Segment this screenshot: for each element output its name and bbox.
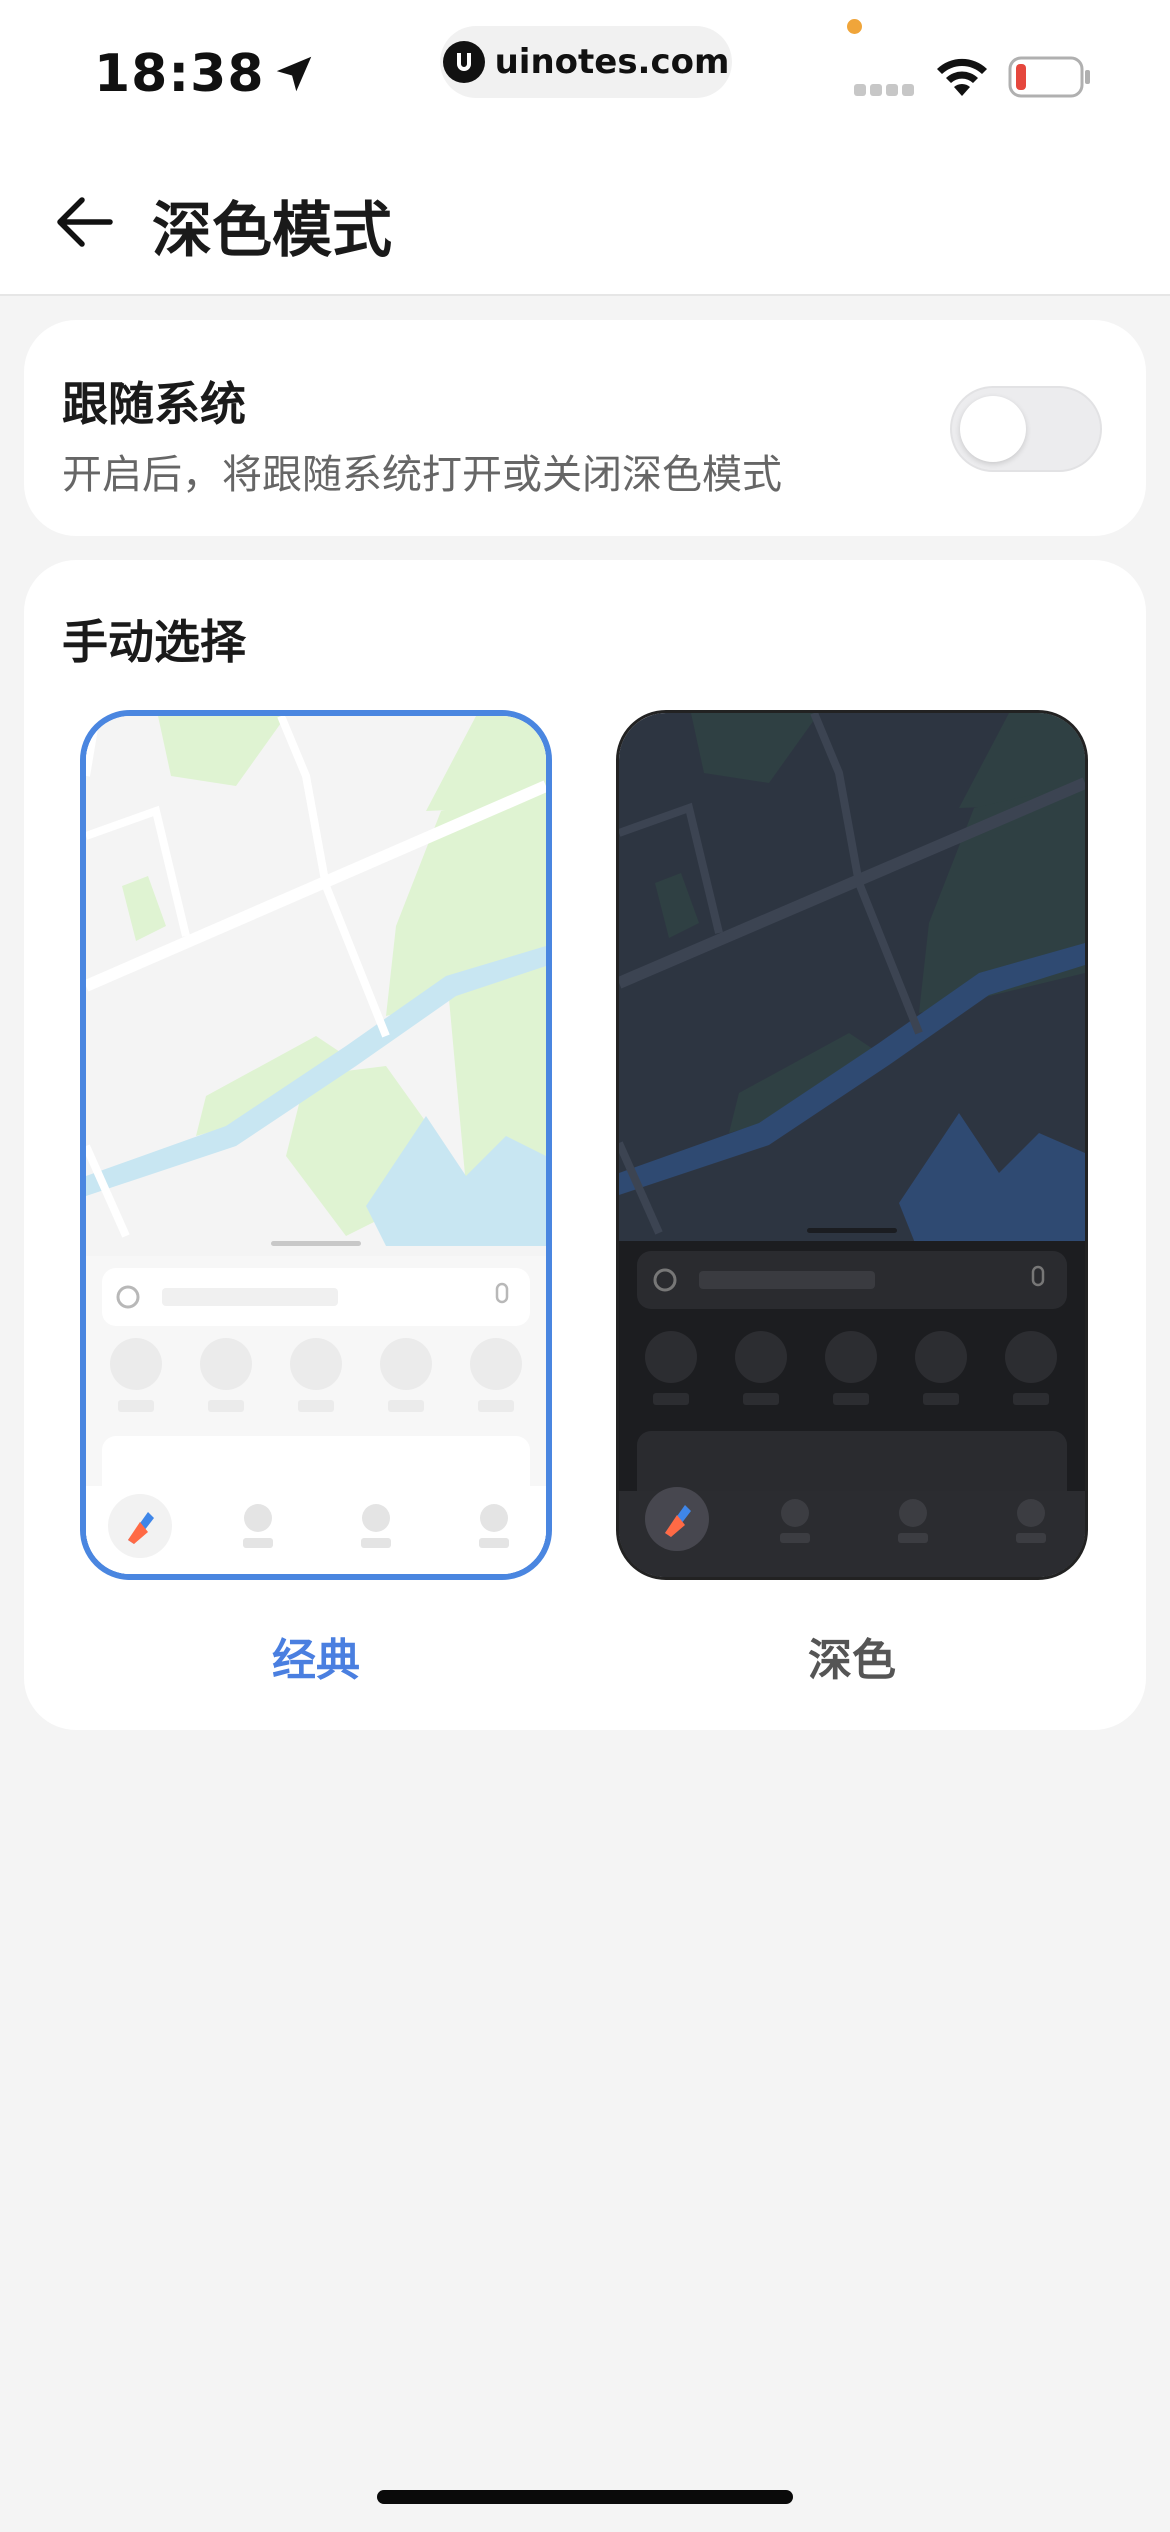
wifi-icon [937,58,987,96]
location-arrow-icon [276,56,311,92]
dark-theme-preview[interactable] [616,710,1088,1580]
classic-option-label[interactable]: 经典 [80,1624,552,1688]
nav-bar: 深色模式 [0,150,1170,296]
back-arrow-icon[interactable] [48,186,120,258]
cellular-signal-icon [854,84,914,96]
battery-low-icon [1008,56,1090,98]
url-pill[interactable]: uinotes.com [440,26,732,98]
follow-system-card: 跟随系统 开启后，将跟随系统打开或关闭深色模式 [24,320,1146,536]
follow-system-title: 跟随系统 [62,377,246,431]
toggle-knob [960,396,1026,462]
manual-select-title: 手动选择 [62,615,246,669]
page-title: 深色模式 [152,196,392,266]
status-time: 18:38 [94,44,317,104]
dark-option-label[interactable]: 深色 [616,1624,1088,1688]
url-text: uinotes.com [494,42,730,82]
privacy-indicator-dot [847,19,862,34]
follow-system-description: 开启后，将跟随系统打开或关闭深色模式 [62,452,782,498]
status-time-text: 18:38 [94,44,265,104]
home-indicator [377,2490,793,2504]
classic-map-preview [86,716,546,1574]
classic-theme-preview[interactable] [80,710,552,1580]
follow-system-toggle[interactable] [950,386,1102,472]
manual-select-card: 手动选择 经典 深色 [24,560,1146,1730]
dark-map-preview [619,713,1085,1577]
uinotes-logo-icon [442,41,485,83]
status-bar: 18:38 uinotes.com [0,0,1170,150]
